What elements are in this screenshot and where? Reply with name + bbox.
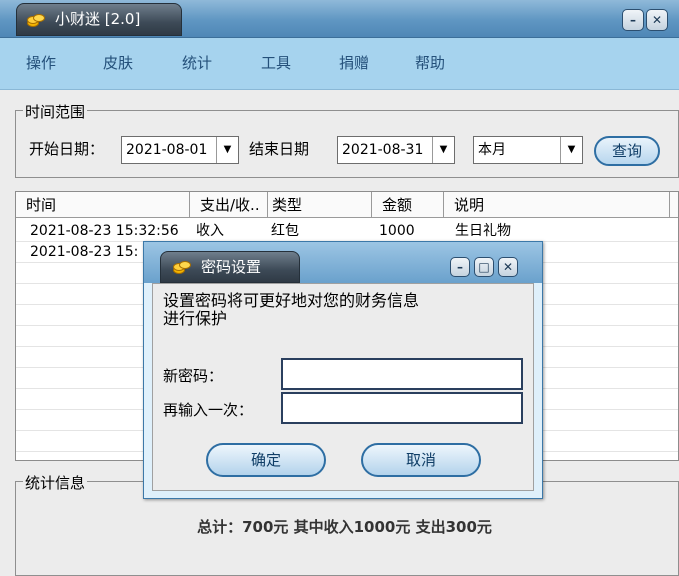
chevron-down-icon[interactable]: ▼ (560, 137, 582, 163)
col-time[interactable]: 时间 (16, 192, 190, 218)
menu-donate[interactable]: 捐赠 (339, 51, 369, 75)
cell-note: 生日礼物 (455, 223, 511, 239)
new-password-label: 新密码： (163, 367, 224, 385)
dialog-body: 设置密码将可更好地对您的财务信息 进行保护 新密码： 再输入一次： 确定 取消 (152, 283, 534, 491)
new-password-input[interactable] (281, 358, 523, 390)
window-title: 小财迷 [2.0] (55, 10, 141, 28)
col-category[interactable]: 类型 (268, 192, 372, 218)
col-amount[interactable]: 金额 (372, 192, 444, 218)
chevron-down-icon[interactable]: ▼ (432, 137, 454, 163)
start-date-label: 开始日期： (29, 140, 105, 158)
repeat-password-input[interactable] (281, 392, 523, 424)
coins-icon (173, 261, 191, 274)
cell-in-out: 收入 (196, 223, 224, 239)
dialog-title-tab: 密码设置 (160, 251, 300, 283)
menu-skin[interactable]: 皮肤 (103, 51, 133, 75)
menu-help[interactable]: 帮助 (415, 51, 445, 75)
menu-statistics[interactable]: 统计 (182, 51, 212, 75)
repeat-password-label: 再输入一次： (163, 401, 254, 419)
cell-amount: 1000 (379, 223, 415, 239)
dialog-minimize-button[interactable]: – (450, 257, 470, 277)
menu-bar: 操作 皮肤 统计 工具 捐赠 帮助 (0, 38, 679, 90)
period-select[interactable]: 本月 ▼ (473, 136, 583, 164)
end-date-label: 结束日期 (249, 140, 310, 158)
minimize-button[interactable]: – (622, 9, 644, 31)
time-range-label: 时间范围 (23, 101, 88, 122)
title-bar: 小财迷 [2.0] – ✕ (0, 0, 679, 38)
dialog-message-line2: 进行保护 (163, 309, 228, 328)
col-type-in-out[interactable]: 支出/收.. (190, 192, 268, 218)
stats-label: 统计信息 (23, 472, 88, 493)
query-button[interactable]: 查询 (594, 136, 660, 166)
end-date-picker[interactable]: 2021-08-31 ▼ (337, 136, 455, 164)
window-title-tab: 小财迷 [2.0] (16, 3, 182, 36)
dialog-title-bar: 密码设置 – □ ✕ (144, 242, 542, 283)
ok-button[interactable]: 确定 (206, 443, 326, 477)
end-date-value: 2021-08-31 (342, 142, 424, 158)
dialog-maximize-button[interactable]: □ (474, 257, 494, 277)
menu-operations[interactable]: 操作 (26, 51, 56, 75)
dialog-title: 密码设置 (201, 258, 262, 276)
cell-time: 2021-08-23 15:32:56 (30, 223, 179, 239)
period-value: 本月 (478, 142, 506, 158)
stats-summary: 总计：700元 其中收入1000元 支出300元 (197, 518, 492, 536)
cancel-button[interactable]: 取消 (361, 443, 481, 477)
table-header: 时间 支出/收.. 类型 金额 说明 (16, 192, 678, 218)
col-note[interactable]: 说明 (444, 192, 670, 218)
password-dialog: 密码设置 – □ ✕ 设置密码将可更好地对您的财务信息 进行保护 新密码： 再输… (143, 241, 543, 499)
cell-time: 2021-08-23 15: (30, 244, 139, 260)
start-date-picker[interactable]: 2021-08-01 ▼ (121, 136, 239, 164)
dialog-close-button[interactable]: ✕ (498, 257, 518, 277)
dialog-message-line1: 设置密码将可更好地对您的财务信息 (163, 291, 420, 310)
menu-tools[interactable]: 工具 (261, 51, 291, 75)
close-button[interactable]: ✕ (646, 9, 668, 31)
table-row[interactable]: 2021-08-23 15:32:56 收入 红包 1000 生日礼物 (16, 221, 678, 242)
coins-icon (27, 14, 45, 27)
chevron-down-icon[interactable]: ▼ (216, 137, 238, 163)
start-date-value: 2021-08-01 (126, 142, 208, 158)
cell-category: 红包 (271, 223, 299, 239)
